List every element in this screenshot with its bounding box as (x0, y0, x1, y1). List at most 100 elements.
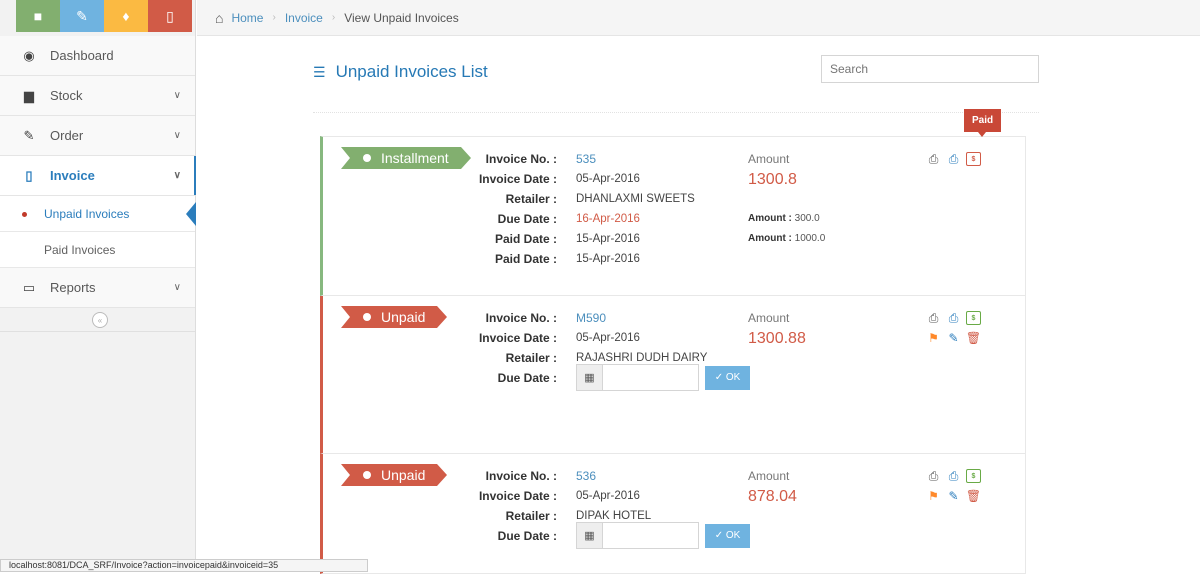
shortcut-bar: ■ ✎ ♦ ▯ (0, 0, 195, 36)
chevron-down-icon: ∨ (173, 170, 181, 181)
sidebar-item-label: Stock (50, 88, 83, 103)
money-icon[interactable]: $ (966, 469, 981, 483)
paid-date-label: Paid Date : (494, 232, 557, 246)
print-icon[interactable]: ⎙ (946, 469, 961, 483)
dashboard-icon: ◉ (23, 47, 35, 63)
flag-icon[interactable]: ⚑ (926, 331, 941, 345)
status-badge: Unpaid (341, 306, 448, 328)
invoice-field-values: 535 05-Apr-2016 DHANLAXMI SWEETS 16-Apr-… (576, 149, 695, 269)
invoice-card: Installment Invoice No. : Invoice Date :… (320, 109, 1026, 296)
chevron-down-icon: ∨ (173, 90, 181, 101)
due-date-label: Due Date : (497, 212, 557, 226)
ok-button-label: OK (725, 530, 741, 541)
sidebar-item-invoice[interactable]: ▯ Invoice ∨ (0, 156, 196, 196)
sidebar-item-dashboard[interactable]: ◉ Dashboard (0, 36, 195, 76)
status-badge-label: Unpaid (381, 467, 426, 483)
page-title: ☰ Unpaid Invoices List (313, 62, 488, 82)
shortcut-cart-button[interactable]: ♦ (104, 0, 148, 32)
chevron-down-icon: ∨ (173, 130, 181, 141)
list-icon: ☰ (313, 63, 326, 80)
due-date-field[interactable] (603, 364, 699, 391)
print-icon[interactable]: ⎙ (926, 152, 941, 166)
amount-value: 1300.8 (748, 171, 797, 188)
ok-button[interactable]: ✓ OK (705, 365, 750, 390)
due-date-field[interactable] (603, 522, 699, 549)
invoice-no-label: Invoice No. : (485, 311, 557, 325)
sidebar-subitem-unpaid-invoices[interactable]: Unpaid Invoices (0, 196, 196, 232)
status-badge-label: Unpaid (381, 309, 426, 325)
sidebar-subitem-label: Unpaid Invoices (44, 206, 130, 221)
pencil-icon[interactable]: ✎ (946, 489, 961, 503)
amount-column: Amount 1300.88 (748, 308, 806, 350)
breadcrumb: ⌂ Home › Invoice › View Unpaid Invoices (197, 0, 1200, 36)
due-date-picker: ▦ ✓ OK (576, 522, 750, 549)
installment-amount-label: Amount : (748, 233, 792, 244)
flag-icon[interactable]: ⚑ (926, 489, 941, 503)
invoice-date-value: 05-Apr-2016 (576, 173, 640, 185)
briefcase-icon: ▆ (24, 87, 34, 103)
sidebar: ■ ✎ ♦ ▯ ◉ Dashboard ▆ Stock ∨ ✎ Order ∨ … (0, 0, 196, 572)
circle-icon (363, 471, 371, 479)
print-icon[interactable]: ⎙ (946, 311, 961, 325)
amount-label: Amount (748, 469, 790, 483)
search-input[interactable] (821, 55, 1039, 83)
installment-amount: Amount : 1000.0 (748, 229, 825, 249)
trash-icon[interactable]: 🗑 (966, 489, 981, 503)
sidebar-item-order[interactable]: ✎ Order ∨ (0, 116, 195, 156)
paid-date-value: 15-Apr-2016 (576, 253, 640, 265)
paid-date-label: Paid Date : (494, 252, 557, 266)
sidebar-item-reports[interactable]: ▭ Reports ∨ (0, 268, 195, 308)
sidebar-item-label: Invoice (50, 168, 95, 183)
shortcut-edit-button[interactable]: ✎ (60, 0, 104, 32)
invoice-actions: ⎙ ⎙ $ ⚑ ✎ 🗑 (926, 308, 1006, 348)
sidebar-subitem-paid-invoices[interactable]: Paid Invoices (0, 232, 195, 268)
header-divider (313, 112, 1039, 113)
desktop-icon: ▭ (22, 279, 36, 295)
paid-tooltip: Paid (964, 109, 1002, 137)
sidebar-item-label: Dashboard (50, 48, 114, 63)
invoice-field-labels: Invoice No. : Invoice Date : Retailer : … (443, 466, 557, 546)
edit-icon: ✎ (23, 127, 35, 143)
print-icon[interactable]: ⎙ (946, 152, 961, 166)
cart-icon: ♦ (122, 8, 130, 24)
invoice-no-link[interactable]: M590 (576, 308, 707, 328)
sidebar-item-label: Order (50, 128, 84, 143)
breadcrumb-invoice-link[interactable]: Invoice (285, 11, 323, 25)
collapse-sidebar-icon[interactable]: « (92, 312, 108, 328)
invoice-date-value: 05-Apr-2016 (576, 332, 640, 344)
shortcut-file-button[interactable]: ▯ (148, 0, 192, 32)
invoice-actions: ⎙ ⎙ $ (926, 149, 1006, 169)
due-date-label: Due Date : (497, 371, 557, 385)
status-badge-label: Installment (381, 150, 449, 166)
sidebar-item-stock[interactable]: ▆ Stock ∨ (0, 76, 195, 116)
invoice-actions: ⎙ ⎙ $ ⚑ ✎ 🗑 (926, 466, 1006, 506)
sidebar-subitem-label: Paid Invoices (44, 242, 116, 257)
pencil-icon[interactable]: ✎ (946, 331, 961, 345)
calendar-icon[interactable]: ▦ (576, 364, 603, 391)
retailer-value: DHANLAXMI SWEETS (576, 193, 695, 205)
edit-icon: ✎ (76, 7, 88, 24)
sidebar-collapse-bar: « (0, 308, 195, 332)
browser-status-bar: localhost:8081/DCA_SRF/Invoice?action=in… (0, 559, 368, 572)
money-icon[interactable]: $ (966, 152, 981, 166)
calendar-icon[interactable]: ▦ (576, 522, 603, 549)
invoice-date-label: Invoice Date : (478, 172, 557, 186)
file-icon: ▯ (25, 167, 33, 183)
invoice-no-link[interactable]: 536 (576, 466, 651, 486)
installment-amount-label: Amount : (748, 213, 792, 224)
invoice-date-label: Invoice Date : (478, 331, 557, 345)
shortcut-briefcase-button[interactable]: ■ (16, 0, 60, 32)
invoice-field-labels: Invoice No. : Invoice Date : Retailer : … (443, 149, 557, 269)
breadcrumb-home-link[interactable]: Home (231, 11, 263, 25)
amount-value: 878.04 (748, 488, 797, 505)
ok-button[interactable]: ✓ OK (705, 523, 750, 548)
trash-icon[interactable]: 🗑 (966, 331, 981, 345)
print-icon[interactable]: ⎙ (926, 311, 941, 325)
print-icon[interactable]: ⎙ (926, 469, 941, 483)
page-title-text: Unpaid Invoices List (335, 62, 488, 81)
status-badge: Unpaid (341, 464, 448, 486)
invoice-no-link[interactable]: 535 (576, 149, 695, 169)
breadcrumb-current: View Unpaid Invoices (344, 10, 459, 25)
file-icon: ▯ (166, 7, 174, 24)
money-icon[interactable]: $ (966, 311, 981, 325)
